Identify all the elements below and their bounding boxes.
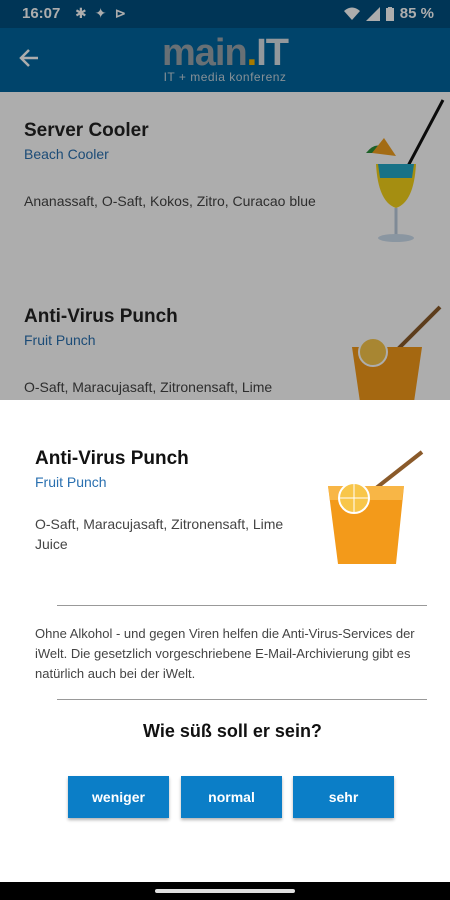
sweetness-less-button[interactable]: weniger (68, 776, 169, 818)
sheet-drink-ingredients: O-Saft, Maracujasaft, Zitronensaft, Lime… (35, 516, 284, 552)
sweetness-very-button[interactable]: sehr (293, 776, 394, 818)
bottom-sheet: Anti-Virus Punch Fruit Punch O-Saft, Mar… (0, 400, 450, 882)
sweetness-normal-button[interactable]: normal (181, 776, 282, 818)
sheet-drink-type: Fruit Punch (35, 474, 107, 490)
punch-glass-image (328, 450, 424, 564)
navigation-bar (0, 882, 450, 900)
sheet-drink-name: Anti-Virus Punch (35, 448, 189, 469)
sweetness-question: Wie süß soll er sein? (143, 721, 322, 741)
divider (57, 699, 427, 700)
divider (57, 605, 427, 606)
modal-scrim[interactable] (0, 0, 450, 400)
home-gesture-handle[interactable] (155, 889, 295, 893)
drink-description: Ohne Alkohol - und gegen Viren helfen di… (35, 626, 415, 681)
